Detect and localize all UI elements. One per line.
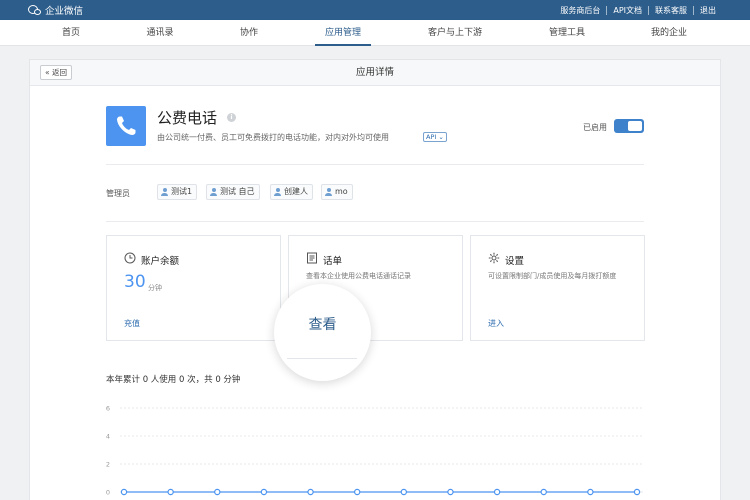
admin-tag[interactable]: 创建人 (270, 184, 313, 200)
data-point[interactable] (587, 488, 594, 496)
gear-icon (488, 252, 500, 264)
top-links: 服务商后台 API文档 联系客服 退出 (554, 0, 722, 20)
api-tag[interactable]: API ⌄ (423, 132, 447, 142)
y-tick-label: 4 (106, 433, 110, 441)
data-point[interactable] (493, 488, 501, 496)
balance-title: 账户余额 (141, 256, 180, 267)
info-icon[interactable]: i (227, 113, 236, 122)
data-point[interactable] (353, 488, 361, 496)
settings-card: 设置 可设置限制部门/成员使用及每月拨打额度 进入 (470, 235, 645, 341)
main-nav: 首页 通讯录 协作 应用管理 客户与上下游 管理工具 我的企业 (0, 20, 750, 46)
recharge-link[interactable]: 充值 (124, 318, 140, 329)
data-point[interactable] (307, 488, 314, 496)
nav-home[interactable]: 首页 (50, 20, 92, 46)
contact-support-link[interactable]: 联系客服 (649, 5, 693, 16)
divider (106, 221, 644, 222)
api-docs-link[interactable]: API文档 (607, 5, 648, 16)
balance-unit: 分钟 (148, 284, 162, 292)
data-point[interactable] (400, 488, 408, 496)
y-tick-label: 0 (106, 489, 110, 497)
list-icon (307, 252, 317, 264)
toggle-knob (628, 121, 642, 131)
data-point[interactable] (260, 488, 268, 496)
app-description: 由公司统一付费、员工可免费拨打的电话功能，对内对外均可使用 (157, 133, 389, 142)
wecom-logo-icon (28, 4, 41, 16)
data-point[interactable] (633, 488, 641, 496)
view-link-magnifier: 查看 (274, 284, 371, 381)
admin-name: mo (335, 187, 348, 196)
chevron-down-icon: ⌄ (438, 133, 444, 141)
app-icon (106, 106, 146, 146)
usage-chart: 6 4 2 0 (106, 405, 643, 497)
data-point[interactable] (167, 488, 174, 496)
admin-name: 创建人 (284, 187, 308, 196)
nav-contacts[interactable]: 通讯录 (136, 20, 184, 46)
person-icon (274, 188, 281, 196)
person-icon (161, 188, 168, 196)
top-bar: 企业微信 服务商后台 API文档 联系客服 退出 (0, 0, 750, 20)
nav-my-company[interactable]: 我的企业 (640, 20, 698, 46)
back-label: 返回 (51, 68, 67, 77)
magnifier-divider (287, 358, 357, 359)
records-title: 话单 (323, 256, 343, 267)
admin-tag[interactable]: 测试 自己 (206, 184, 260, 200)
admin-tag[interactable]: 测试1 (157, 184, 198, 200)
person-icon (210, 188, 217, 196)
api-tag-label: API (426, 133, 437, 141)
nav-app-management[interactable]: 应用管理 (315, 20, 371, 46)
admin-name: 测试 自己 (220, 187, 255, 196)
usage-summary: 本年累计 0 人使用 0 次，共 0 分钟 (106, 375, 241, 385)
app-name: 公费电话 (157, 109, 218, 127)
data-point[interactable] (120, 488, 128, 496)
y-tick-label: 2 (106, 461, 110, 469)
data-point[interactable] (214, 488, 221, 496)
divider (106, 164, 644, 165)
nav-admin-tools[interactable]: 管理工具 (540, 20, 594, 46)
person-icon (325, 188, 332, 196)
enter-link[interactable]: 进入 (488, 318, 504, 329)
enable-toggle[interactable] (614, 119, 644, 133)
brand-name: 企业微信 (45, 6, 84, 17)
double-chevron-left-icon: « (45, 68, 50, 77)
settings-title: 设置 (505, 256, 525, 267)
admin-label: 管理员 (106, 189, 130, 198)
data-point[interactable] (447, 488, 454, 496)
view-records-link[interactable]: 查看 (274, 314, 371, 334)
provider-backend-link[interactable]: 服务商后台 (554, 5, 606, 16)
clock-icon (124, 252, 136, 264)
balance-value: 30 (124, 272, 146, 292)
nav-customers-partners[interactable]: 客户与上下游 (420, 20, 490, 46)
admin-tag[interactable]: mo (321, 184, 353, 200)
phone-icon (117, 116, 136, 135)
back-button[interactable]: « 返回 (40, 65, 72, 80)
app-detail-panel: 应用详情 « 返回 公费电话 i 由公司统一付费、员工可免费拨打的电话功能，对内… (29, 59, 721, 500)
admin-name: 测试1 (171, 187, 193, 196)
records-description: 查看本企业使用公费电话通话记录 (306, 272, 411, 280)
panel-title: 应用详情 (355, 67, 394, 78)
logout-link[interactable]: 退出 (694, 5, 722, 16)
brand[interactable]: 企业微信 (28, 3, 83, 17)
y-tick-label: 6 (106, 405, 110, 413)
status-label: 已启用 (583, 123, 607, 132)
data-point[interactable] (540, 488, 547, 496)
panel-header: 应用详情 « 返回 (30, 60, 720, 86)
settings-description: 可设置限制部门/成员使用及每月拨打额度 (488, 272, 617, 280)
nav-collaboration[interactable]: 协作 (230, 20, 268, 46)
balance-card: 账户余额 30 分钟 充值 (106, 235, 281, 341)
